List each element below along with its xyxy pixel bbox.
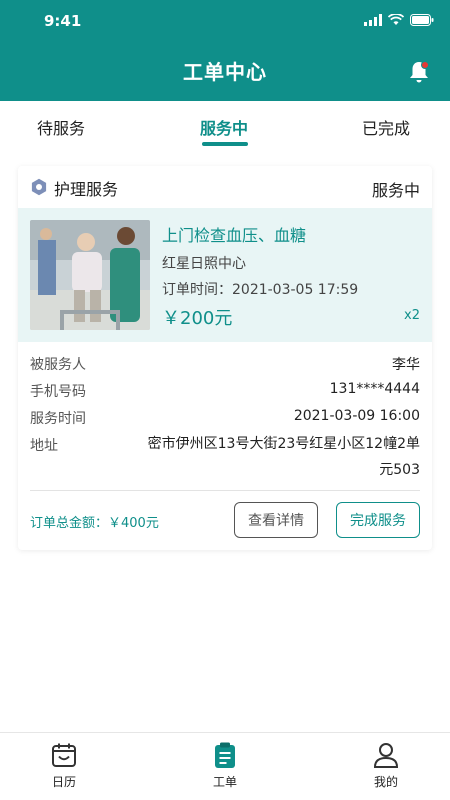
info-label: 服务时间 xyxy=(30,411,86,427)
product-summary[interactable]: 上门检查血压、血糖 红星日照中心 订单时间：2021-03-05 17:59 ￥… xyxy=(18,208,432,342)
product-price: ￥200元 xyxy=(162,308,233,329)
view-details-button[interactable]: 查看详情 xyxy=(234,502,318,538)
info-label: 地址 xyxy=(30,438,58,454)
order-card[interactable]: 护理服务 服务中 上门检查血压、血糖 红星日照中心 订单时间：2021-03-0… xyxy=(18,166,432,550)
product-quantity: x2 xyxy=(404,308,420,323)
nav-label-workorder: 工单 xyxy=(212,775,237,789)
bell-icon[interactable] xyxy=(408,60,430,84)
calendar-icon xyxy=(52,743,76,767)
notification-dot xyxy=(421,61,429,69)
battery-icon xyxy=(410,14,434,26)
nav-label-calendar: 日历 xyxy=(51,775,76,789)
status-time: 9:41 xyxy=(44,12,82,30)
info-value: 李华 xyxy=(392,357,420,373)
info-label: 手机号码 xyxy=(30,384,86,400)
status-bar: 9:41 xyxy=(0,0,450,44)
service-gear-icon xyxy=(31,178,47,196)
wifi-icon xyxy=(388,14,404,25)
user-icon xyxy=(373,743,399,768)
app-header: 9:41 工单中心 xyxy=(0,0,450,101)
product-name: 上门检查血压、血糖 xyxy=(162,226,307,245)
clipboard-icon xyxy=(215,742,235,768)
page-title: 工单中心 xyxy=(183,60,267,84)
order-total: 订单总金额：￥400元 xyxy=(30,516,159,531)
address-value: 密市伊州区13号大街23号红星小区12幢2单元503 xyxy=(147,436,420,478)
active-tab-indicator xyxy=(202,142,248,146)
info-label: 被服务人 xyxy=(30,357,86,373)
tab-completed[interactable]: 已完成 xyxy=(362,115,410,139)
info-value: 2021-03-09 16:00 xyxy=(293,408,420,424)
nav-label-profile: 我的 xyxy=(373,775,398,789)
signal-icon xyxy=(364,14,382,26)
order-time: 订单时间：2021-03-05 17:59 xyxy=(162,282,359,298)
order-card-header: 护理服务 服务中 xyxy=(18,166,432,208)
service-type: 护理服务 xyxy=(54,180,119,199)
status-tabs: 待服务 服务中 已完成 xyxy=(0,101,450,155)
bottom-nav: 日历 工单 我的 xyxy=(0,732,450,800)
service-center: 红星日照中心 xyxy=(162,256,246,272)
complete-service-button[interactable]: 完成服务 xyxy=(336,502,420,538)
nav-item-workorder[interactable]: 工单 xyxy=(185,741,265,790)
order-status: 服务中 xyxy=(371,181,420,200)
tab-in-service[interactable]: 服务中 xyxy=(200,115,248,139)
nav-item-profile[interactable]: 我的 xyxy=(346,741,426,790)
service-photo xyxy=(30,220,150,330)
nav-item-calendar[interactable]: 日历 xyxy=(24,741,104,790)
status-icons xyxy=(364,14,434,26)
tab-pending[interactable]: 待服务 xyxy=(37,115,85,139)
card-divider xyxy=(30,490,420,491)
info-value: 131****4444 xyxy=(329,381,420,397)
